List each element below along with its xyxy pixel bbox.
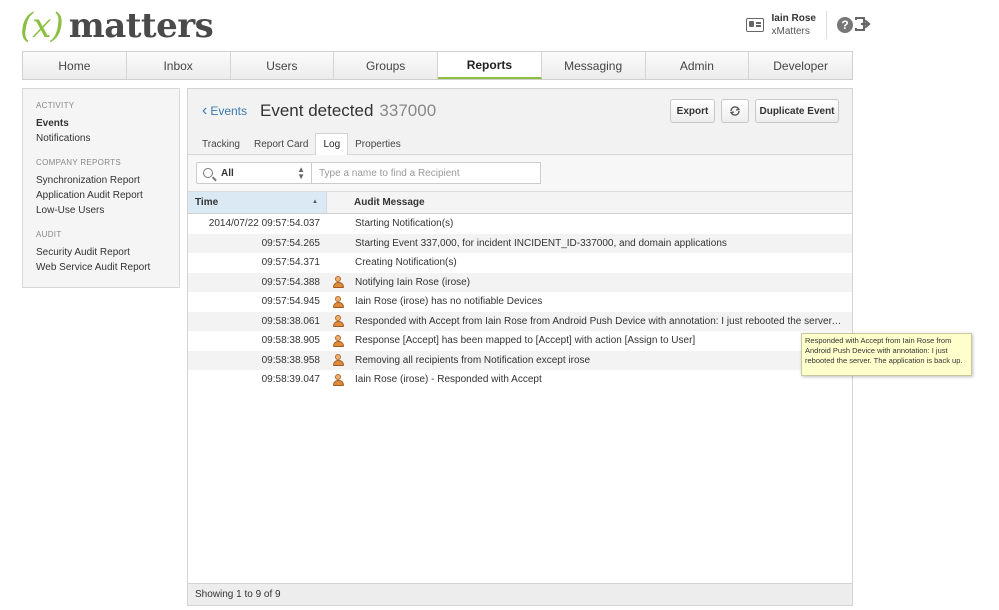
grid-header: Time ▲ Audit Message — [188, 192, 852, 214]
user-icon — [332, 373, 344, 386]
nav-tab-reports[interactable]: Reports — [438, 52, 542, 79]
refresh-icon — [729, 106, 741, 116]
sidebar-item-application-audit-report[interactable]: Application Audit Report — [36, 188, 179, 203]
message-tooltip: Responded with Accept from Iain Rose fro… — [801, 333, 972, 376]
nav-tab-messaging[interactable]: Messaging — [542, 52, 646, 79]
recipient-filter-select[interactable]: All ▲ ▼ — [196, 162, 312, 184]
nav-tab-users[interactable]: Users — [231, 52, 335, 79]
table-row[interactable]: 2014/07/22 09:57:54.037 Starting Notific… — [188, 214, 852, 234]
user-icon — [332, 354, 344, 367]
row-time: 09:57:54.388 — [261, 276, 320, 288]
row-message: Creating Notification(s) — [355, 257, 457, 269]
nav-tab-developer[interactable]: Developer — [749, 52, 852, 79]
row-message: Response [Accept] has been mapped to [Ac… — [355, 335, 696, 347]
user-icon — [332, 334, 344, 347]
event-tabs: Tracking Report Card Log Properties — [195, 133, 408, 156]
user-area: Iain Rose xMatters ? — [745, 10, 853, 40]
event-title: Event detected — [260, 101, 374, 120]
nav-tab-groups[interactable]: Groups — [334, 52, 438, 79]
filter-selected-value: All — [221, 167, 234, 179]
event-panel: ‹ Events Event detected 337000 Export Dup… — [187, 88, 853, 606]
row-time: 09:57:54.265 — [261, 237, 320, 249]
user-org: xMatters — [771, 26, 810, 37]
table-row[interactable]: 09:57:54.945 Iain Rose (irose) has no no… — [188, 292, 852, 312]
logo-word: matters — [68, 6, 214, 46]
id-card-icon[interactable] — [745, 18, 764, 32]
sidebar-section-audit: AUDIT — [36, 230, 62, 239]
row-message: Notifying Iain Rose (irose) — [355, 276, 471, 288]
nav-tab-inbox[interactable]: Inbox — [127, 52, 231, 79]
sidebar-item-synchronization-report[interactable]: Synchronization Report — [36, 173, 179, 188]
row-time: 09:58:38.958 — [261, 354, 320, 366]
xmatters-logo[interactable]: (x) matters — [20, 6, 214, 46]
nav-tab-home[interactable]: Home — [23, 52, 127, 79]
sidebar-section-company-reports: COMPANY REPORTS — [36, 158, 121, 167]
event-id: 337000 — [379, 101, 437, 120]
logo-x-mark: (x) — [20, 6, 64, 46]
column-header-audit-message[interactable]: Audit Message — [327, 192, 852, 213]
page-title: Event detected 337000 — [260, 101, 436, 121]
filter-bar: All ▲ ▼ — [188, 155, 852, 192]
table-row[interactable]: 09:57:54.388 Notifying Iain Rose (irose) — [188, 272, 852, 292]
row-time: 09:58:38.905 — [261, 335, 320, 347]
sidebar-item-events[interactable]: Events — [36, 116, 179, 131]
row-message: Removing all recipients from Notificatio… — [355, 354, 591, 366]
sidebar-section-activity: ACTIVITY — [36, 101, 75, 110]
sidebar-item-web-service-audit-report[interactable]: Web Service Audit Report — [36, 260, 179, 275]
main-nav: Home Inbox Users Groups Reports Messagin… — [22, 51, 853, 80]
user-icon — [332, 295, 344, 308]
chevron-left-icon: ‹ — [202, 102, 208, 119]
sidebar-item-low-use-users[interactable]: Low-Use Users — [36, 203, 179, 218]
table-row[interactable]: 09:57:54.265 Starting Event 337,000, for… — [188, 233, 852, 253]
refresh-button[interactable] — [721, 99, 749, 123]
back-link-label: Events — [210, 104, 248, 118]
nav-tab-admin[interactable]: Admin — [646, 52, 750, 79]
user-name: Iain Rose — [771, 13, 816, 24]
row-time: 2014/07/22 09:57:54.037 — [208, 218, 320, 230]
tab-log[interactable]: Log — [315, 133, 349, 156]
table-row[interactable]: 09:58:39.047 Iain Rose (irose) - Respond… — [188, 370, 852, 390]
audit-log-rows: 2014/07/22 09:57:54.037 Starting Notific… — [188, 214, 852, 390]
export-button[interactable]: Export — [670, 99, 715, 123]
header-divider — [826, 11, 827, 39]
sidebar-item-notifications[interactable]: Notifications — [36, 131, 179, 146]
back-to-events-link[interactable]: ‹ Events — [202, 102, 248, 119]
row-message: Iain Rose (irose) has no notifiable Devi… — [355, 296, 543, 308]
user-info[interactable]: Iain Rose xMatters — [772, 12, 816, 38]
column-header-time-label: Time — [195, 197, 219, 208]
row-time: 09:57:54.371 — [261, 257, 320, 269]
event-header: ‹ Events Event detected 337000 Export Dup… — [188, 89, 852, 156]
help-icon[interactable]: ? — [837, 17, 853, 33]
search-icon — [203, 168, 213, 178]
duplicate-event-button[interactable]: Duplicate Event — [755, 99, 839, 123]
recipient-search-input[interactable] — [312, 162, 541, 184]
select-arrows-icon: ▲ ▼ — [297, 165, 305, 181]
table-row[interactable]: 09:58:38.905 Response [Accept] has been … — [188, 331, 852, 351]
row-time: 09:58:38.061 — [261, 315, 320, 327]
tab-properties[interactable]: Properties — [348, 133, 408, 155]
sidebar: ACTIVITY Events Notifications COMPANY RE… — [22, 88, 180, 288]
row-time: 09:57:54.945 — [261, 296, 320, 308]
row-message: Starting Notification(s) — [355, 218, 454, 230]
column-header-time[interactable]: Time ▲ — [188, 192, 327, 213]
tab-report-card[interactable]: Report Card — [247, 133, 315, 155]
table-row[interactable]: 09:57:54.371 Creating Notification(s) — [188, 253, 852, 273]
row-message: Responded with Accept from Iain Rose fro… — [355, 315, 852, 327]
row-time: 09:58:39.047 — [261, 374, 320, 386]
table-row[interactable]: 09:58:38.958 Removing all recipients fro… — [188, 350, 852, 370]
grid-footer-count: Showing 1 to 9 of 9 — [188, 583, 852, 605]
user-icon — [332, 276, 344, 289]
sort-ascending-icon: ▲ — [312, 199, 318, 205]
user-icon — [332, 315, 344, 328]
tab-tracking[interactable]: Tracking — [195, 133, 247, 155]
table-row[interactable]: 09:58:38.061 Responded with Accept from … — [188, 311, 852, 331]
sidebar-item-security-audit-report[interactable]: Security Audit Report — [36, 245, 179, 260]
row-message: Starting Event 337,000, for incident INC… — [355, 237, 727, 249]
logout-icon[interactable] — [855, 17, 871, 31]
row-message: Iain Rose (irose) - Responded with Accep… — [355, 374, 542, 386]
